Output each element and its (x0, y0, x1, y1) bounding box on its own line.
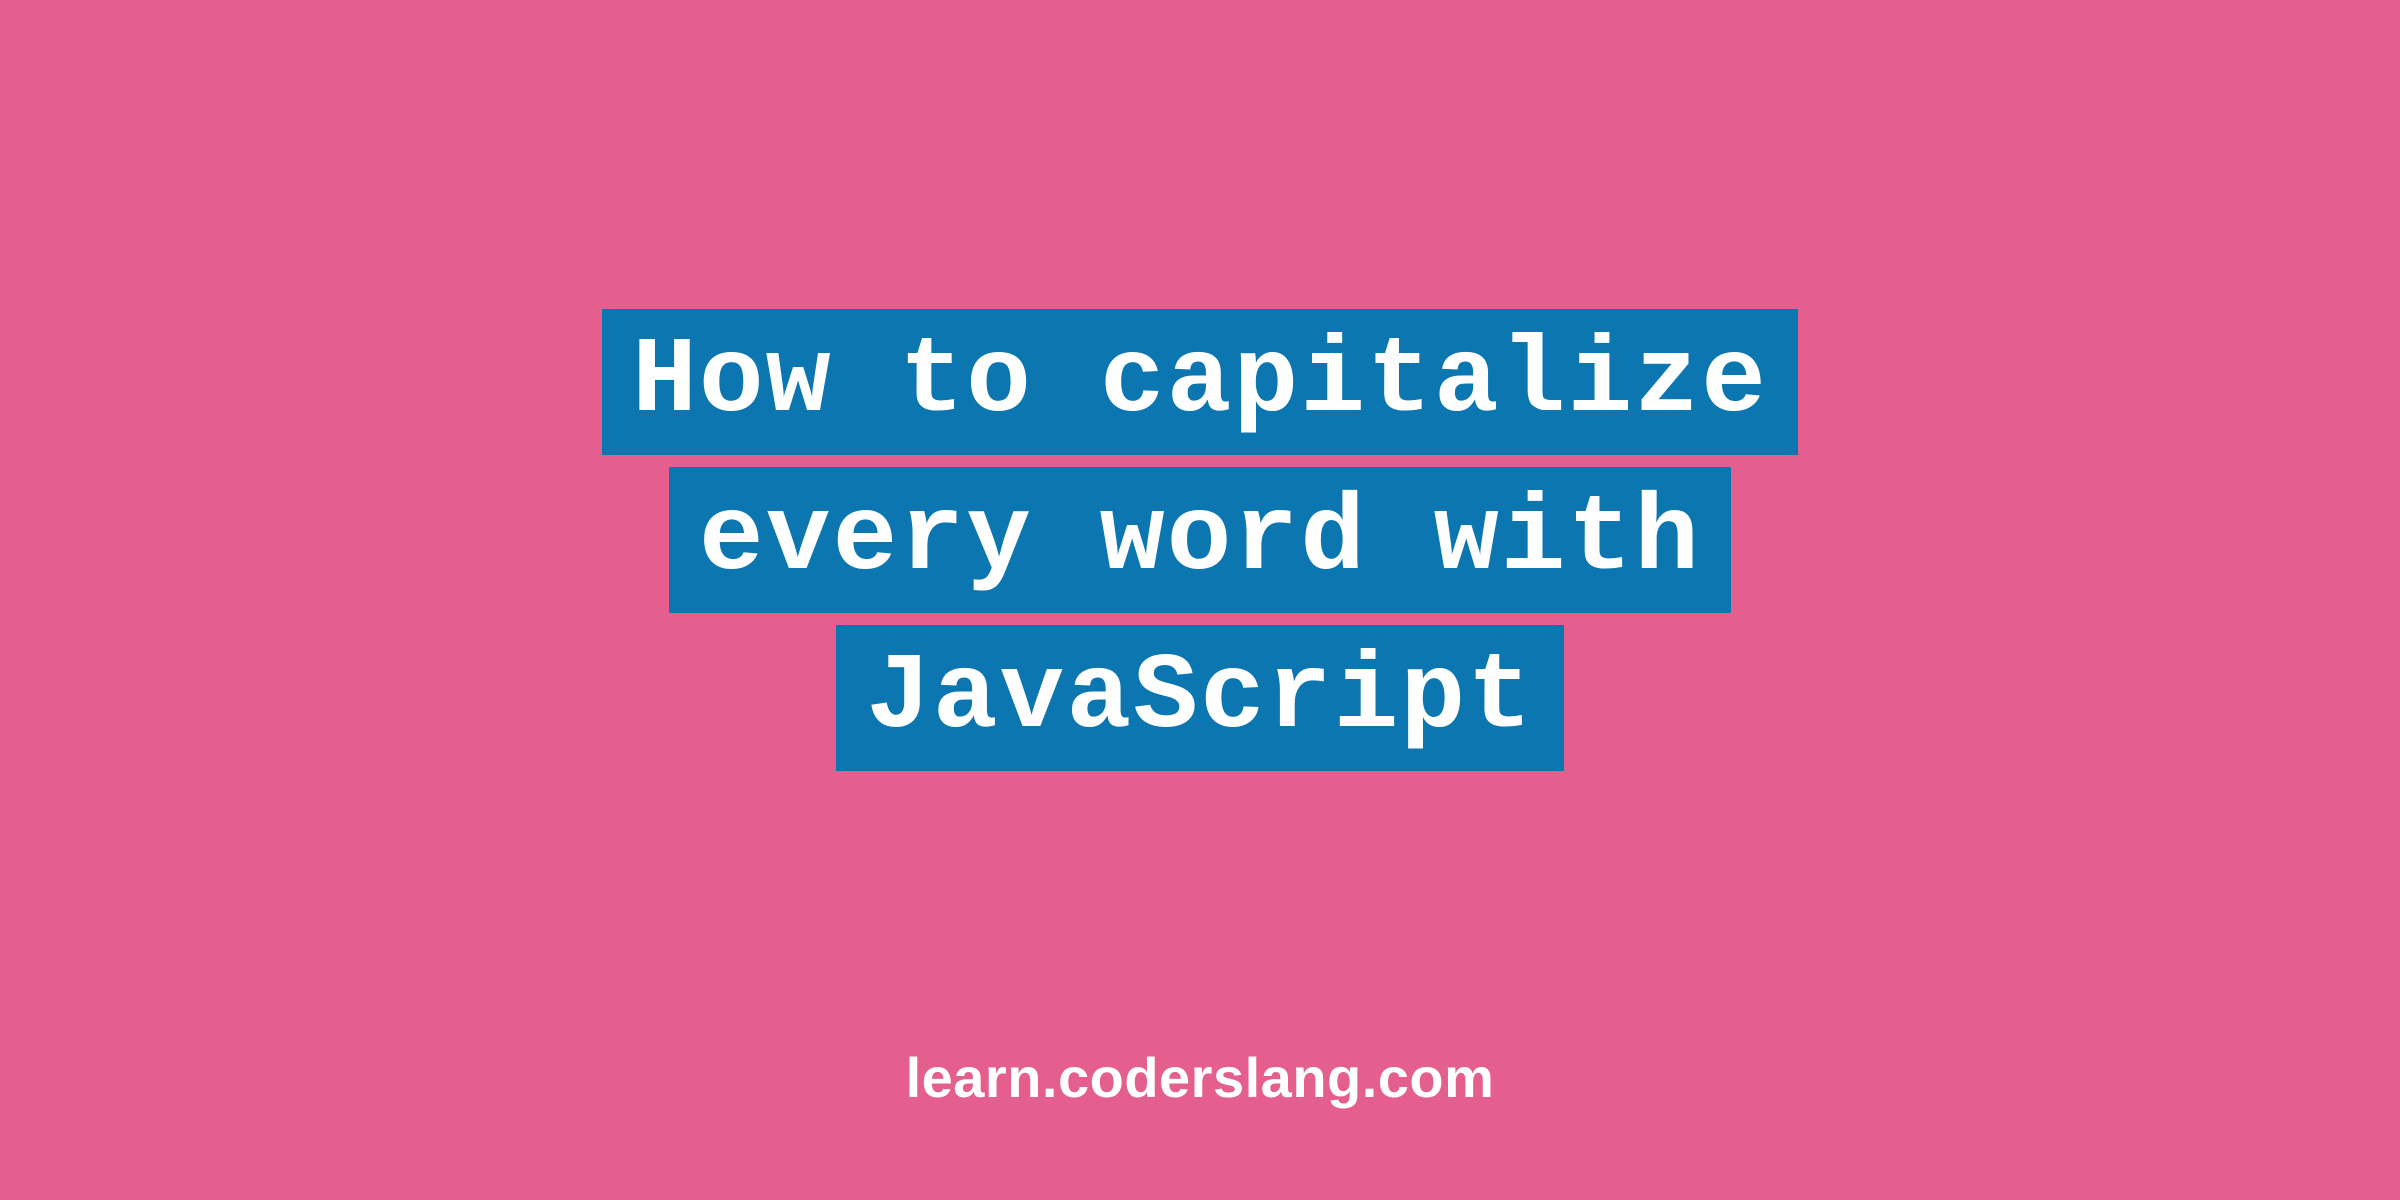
title-line-3: JavaScript (836, 625, 1564, 771)
title-container: How to capitalize every word with JavaSc… (602, 309, 1798, 771)
title-line-2: every word with (669, 467, 1731, 613)
footer-url: learn.coderslang.com (906, 1045, 1495, 1110)
title-line-1: How to capitalize (602, 309, 1798, 455)
